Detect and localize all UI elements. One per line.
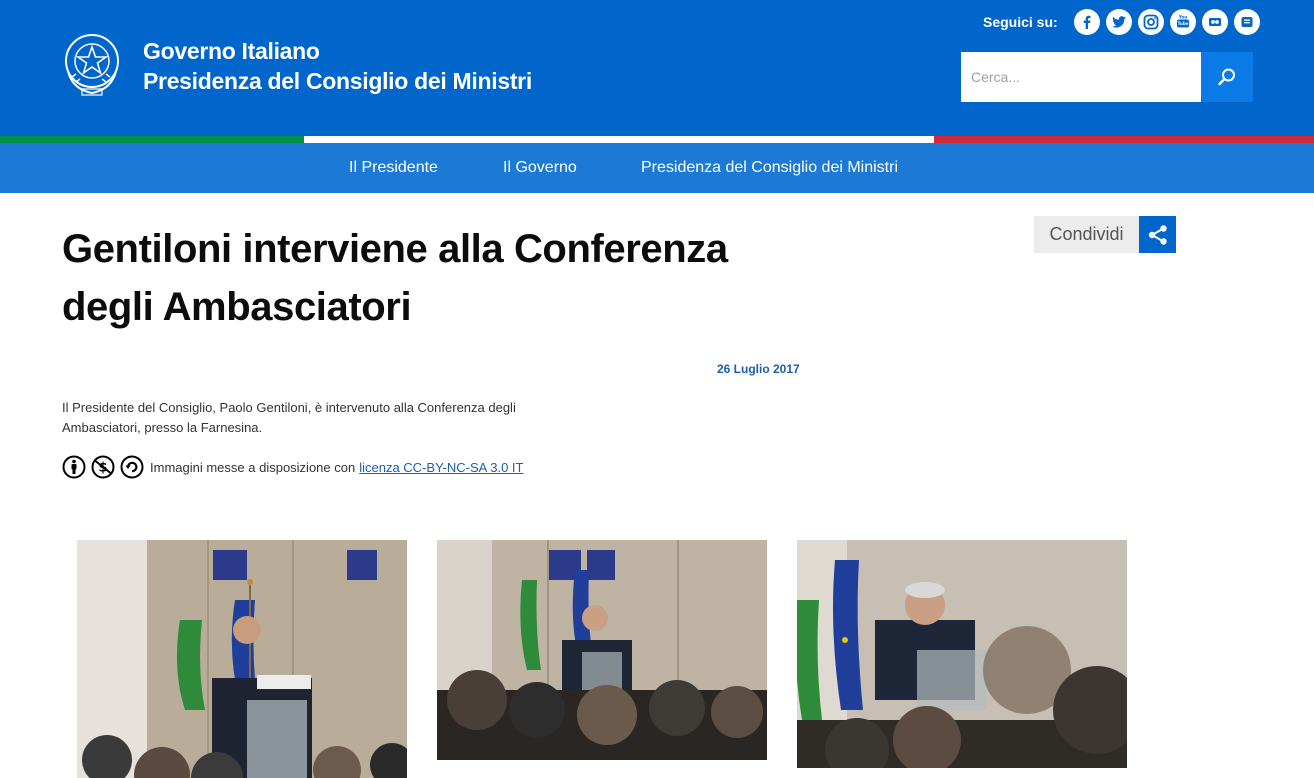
article-intro: Il Presidente del Consiglio, Paolo Genti…	[62, 400, 516, 435]
cc-sa-icon	[120, 455, 144, 479]
tricolor-red	[934, 136, 1314, 143]
gallery-photo-2[interactable]	[437, 540, 767, 760]
facebook-icon[interactable]	[1073, 9, 1100, 35]
article-title: Gentiloni interviene alla Conferenza deg…	[62, 227, 728, 329]
storify-icon[interactable]	[1233, 9, 1260, 35]
tricolor-white	[304, 136, 934, 143]
brand-line-2: Presidenza del Consiglio dei Ministri	[143, 68, 532, 94]
license-link[interactable]: licenza CC-BY-NC-SA 3.0 IT	[359, 460, 523, 475]
gallery-photo-1[interactable]	[77, 540, 407, 778]
svg-text:You: You	[1177, 15, 1187, 20]
follow-label: Seguici su:	[983, 14, 1058, 30]
main-nav: Il Presidente Il Governo Presidenza del …	[0, 143, 1314, 193]
search-input[interactable]	[961, 52, 1201, 102]
cc-nc-icon: $	[91, 455, 115, 479]
search-bar	[961, 52, 1253, 102]
nav-item-il-presidente[interactable]: Il Presidente	[349, 143, 438, 193]
share-widget[interactable]: Condividi	[1034, 216, 1176, 253]
twitter-icon[interactable]	[1105, 9, 1132, 35]
brand-line-1: Governo Italiano	[143, 38, 320, 64]
instagram-icon[interactable]	[1137, 9, 1164, 35]
youtube-icon[interactable]: You Tube	[1169, 9, 1196, 35]
flickr-icon[interactable]	[1201, 9, 1228, 35]
tricolor-green	[0, 136, 304, 143]
site-header: Governo Italiano Presidenza del Consigli…	[0, 0, 1314, 136]
share-icon[interactable]	[1139, 216, 1176, 253]
article-date: 26 Luglio 2017	[717, 362, 800, 376]
nav-item-presidenza[interactable]: Presidenza del Consiglio dei Ministri	[641, 143, 898, 193]
license-text: Immagini messe a disposizione con	[150, 459, 356, 475]
search-icon	[1218, 68, 1235, 86]
license-line: $ Immagini messe a disposizione con lice…	[62, 455, 523, 479]
nav-item-il-governo[interactable]: Il Governo	[503, 143, 577, 193]
gallery-photo-3[interactable]	[797, 540, 1127, 768]
search-button[interactable]	[1201, 52, 1253, 102]
social-bar: Seguici su: You Tube	[983, 9, 1266, 35]
share-button[interactable]: Condividi	[1034, 216, 1139, 253]
tricolor-stripe	[0, 136, 1314, 143]
cc-by-icon	[62, 455, 86, 479]
brand-title[interactable]: Governo Italiano Presidenza del Consigli…	[143, 36, 532, 96]
italian-republic-emblem-icon[interactable]	[62, 31, 122, 97]
svg-text:Tube: Tube	[1177, 21, 1188, 26]
